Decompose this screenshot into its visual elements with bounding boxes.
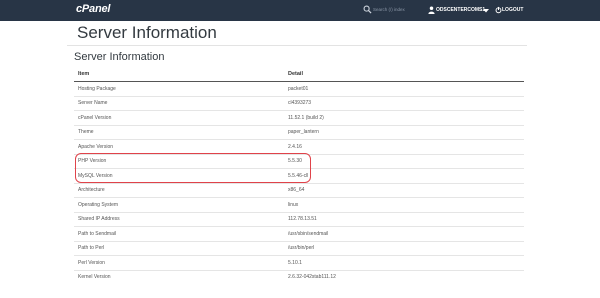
table-row: Kernel Version 2.6.32-042stab111.12	[74, 270, 524, 284]
table-row: Apache Version 2.4.16	[74, 139, 524, 155]
table-row: Path to Perl/usr/bin/perl	[74, 241, 524, 256]
row-detail: paper_lantern	[284, 125, 524, 140]
row-item: cPanel Version	[74, 110, 284, 126]
row-detail: x86_64	[284, 183, 524, 198]
row-item: Operating System	[74, 197, 284, 213]
row-item: Path to Sendmail	[74, 226, 284, 242]
row-item: Apache Version	[74, 139, 284, 155]
user-icon	[428, 6, 435, 14]
logout-icon	[495, 6, 502, 14]
row-detail: packet01	[284, 81, 524, 97]
row-detail: /usr/sbin/sendmail	[284, 226, 524, 242]
logout-label: LOGOUT	[502, 7, 524, 13]
row-item: Architecture	[74, 183, 284, 198]
cpanel-logo[interactable]: cPanel	[76, 3, 110, 15]
table-row: Shared IP Address 112.78.13.51	[74, 212, 524, 227]
row-detail: 5.5.46-cll	[284, 168, 524, 184]
user-name: ODSCENTERCOMS1	[436, 7, 486, 13]
top-navigation-bar: cPanel ODSCENTERCOMS1 LOGOUT	[0, 0, 600, 21]
php-mysql-highlight-box	[75, 153, 311, 183]
row-item: Hosting Package	[74, 81, 284, 97]
row-detail: 5.5.30	[284, 154, 524, 169]
table-row: Path to Sendmail/usr/sbin/sendmail	[74, 226, 524, 242]
row-item: Kernel Version	[78, 274, 111, 281]
row-detail: 112.78.13.51	[284, 212, 524, 227]
row-detail: cl4393273	[284, 96, 524, 111]
section-title: Server Information	[74, 51, 165, 63]
table-row: Operating System linux	[74, 197, 524, 213]
table-row: Theme paper_lantern	[74, 125, 524, 140]
table-row: Server Name cl4393273	[74, 96, 524, 111]
table-row: Perl Version 5.10.1	[74, 255, 524, 271]
row-item: Theme	[74, 125, 284, 140]
row-item: Perl Version	[74, 255, 284, 271]
row-detail: /usr/bin/perl	[284, 241, 524, 256]
column-header-item: Item	[74, 68, 284, 82]
table-row: cPanel Version 11.52.1 (build 2)	[74, 110, 524, 126]
row-detail: 5.10.1	[284, 255, 524, 271]
page-title: Server Information	[77, 23, 217, 42]
table-header-row: Item Detail	[74, 68, 524, 82]
row-detail: 11.52.1 (build 2)	[284, 110, 524, 126]
table-row: Hosting Package packet01	[74, 81, 524, 97]
row-item: Shared IP Address	[74, 212, 284, 227]
search-icon[interactable]	[363, 5, 372, 14]
row-item: Path to Perl	[74, 241, 284, 256]
table-row: Architecture x86_64	[74, 183, 524, 198]
search-input[interactable]	[373, 4, 421, 14]
column-header-detail: Detail	[284, 68, 524, 82]
row-item: Server Name	[74, 96, 284, 111]
chevron-down-icon[interactable]	[483, 8, 489, 13]
row-detail: 2.4.16	[284, 139, 524, 155]
row-detail: linux	[284, 197, 524, 213]
row-detail: 2.6.32-042stab111.12	[288, 274, 336, 281]
title-divider	[67, 45, 527, 46]
